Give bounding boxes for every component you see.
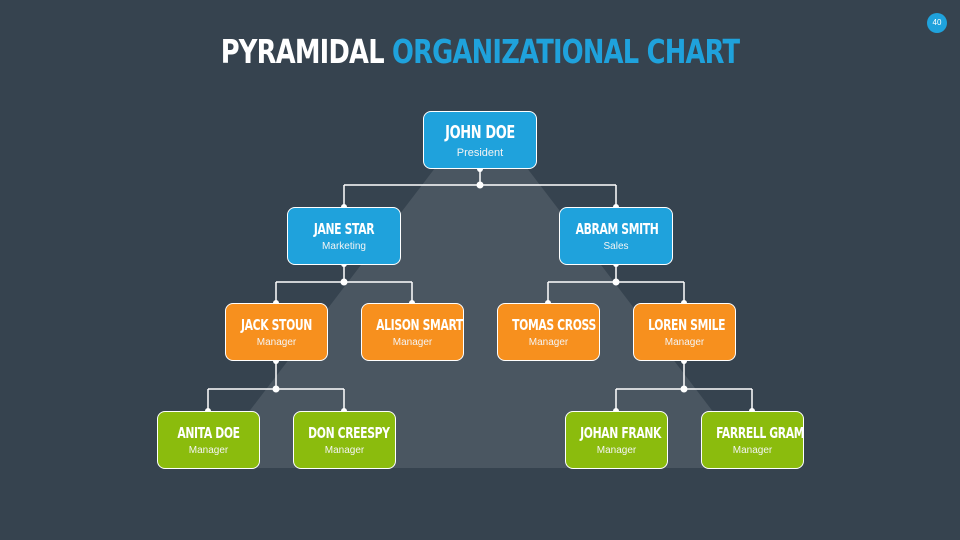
title-part-white: PYRAMIDAL	[220, 32, 385, 71]
node-name: TOMAS CROSS	[512, 316, 596, 334]
node-role: Sales	[603, 241, 629, 252]
node-role: Manager	[596, 445, 637, 456]
page-title: PYRAMIDAL ORGANIZATIONAL CHART	[106, 30, 855, 74]
title-part-blue: ORGANIZATIONAL CHART	[392, 32, 740, 71]
node-manager-loren-smile[interactable]: LOREN SMILE Manager	[633, 303, 736, 361]
node-staff-farrell-gram[interactable]: FARRELL GRAM Manager	[701, 411, 804, 469]
node-staff-johan-frank[interactable]: JOHAN FRANK Manager	[565, 411, 668, 469]
connector-layer	[205, 166, 756, 468]
node-role: President	[456, 147, 504, 159]
node-director-jane-star[interactable]: JANE STAR Marketing	[287, 207, 401, 265]
node-staff-don-creespy[interactable]: DON CREESPY Manager	[293, 411, 396, 469]
node-role: Manager	[528, 337, 569, 348]
node-name: ALISON SMART	[376, 316, 463, 334]
node-name: ABRAM SMITH	[575, 220, 659, 238]
node-name: JANE STAR	[313, 220, 375, 238]
node-role: Manager	[256, 337, 297, 348]
node-name: LOREN SMILE	[648, 316, 726, 334]
node-staff-anita-doe[interactable]: ANITA DOE Manager	[157, 411, 260, 469]
node-name: FARRELL GRAM	[716, 424, 805, 442]
page-number-badge: 40	[927, 13, 947, 33]
node-role: Manager	[392, 337, 433, 348]
node-name: JACK STOUN	[241, 316, 312, 334]
node-name: ANITA DOE	[177, 424, 240, 442]
node-manager-jack-stoun[interactable]: JACK STOUN Manager	[225, 303, 328, 361]
node-role: Marketing	[322, 241, 366, 252]
node-role: Manager	[732, 445, 773, 456]
node-name: DON CREESPY	[308, 424, 390, 442]
node-role: Manager	[324, 445, 365, 456]
node-role: Manager	[188, 445, 229, 456]
node-president[interactable]: JOHN DOE President	[423, 111, 537, 169]
node-director-abram-smith[interactable]: ABRAM SMITH Sales	[559, 207, 673, 265]
node-manager-tomas-cross[interactable]: TOMAS CROSS Manager	[497, 303, 600, 361]
node-name: JOHN DOE	[445, 122, 515, 143]
node-manager-alison-smart[interactable]: ALISON SMART Manager	[361, 303, 464, 361]
node-name: JOHAN FRANK	[580, 424, 662, 442]
node-role: Manager	[664, 337, 705, 348]
